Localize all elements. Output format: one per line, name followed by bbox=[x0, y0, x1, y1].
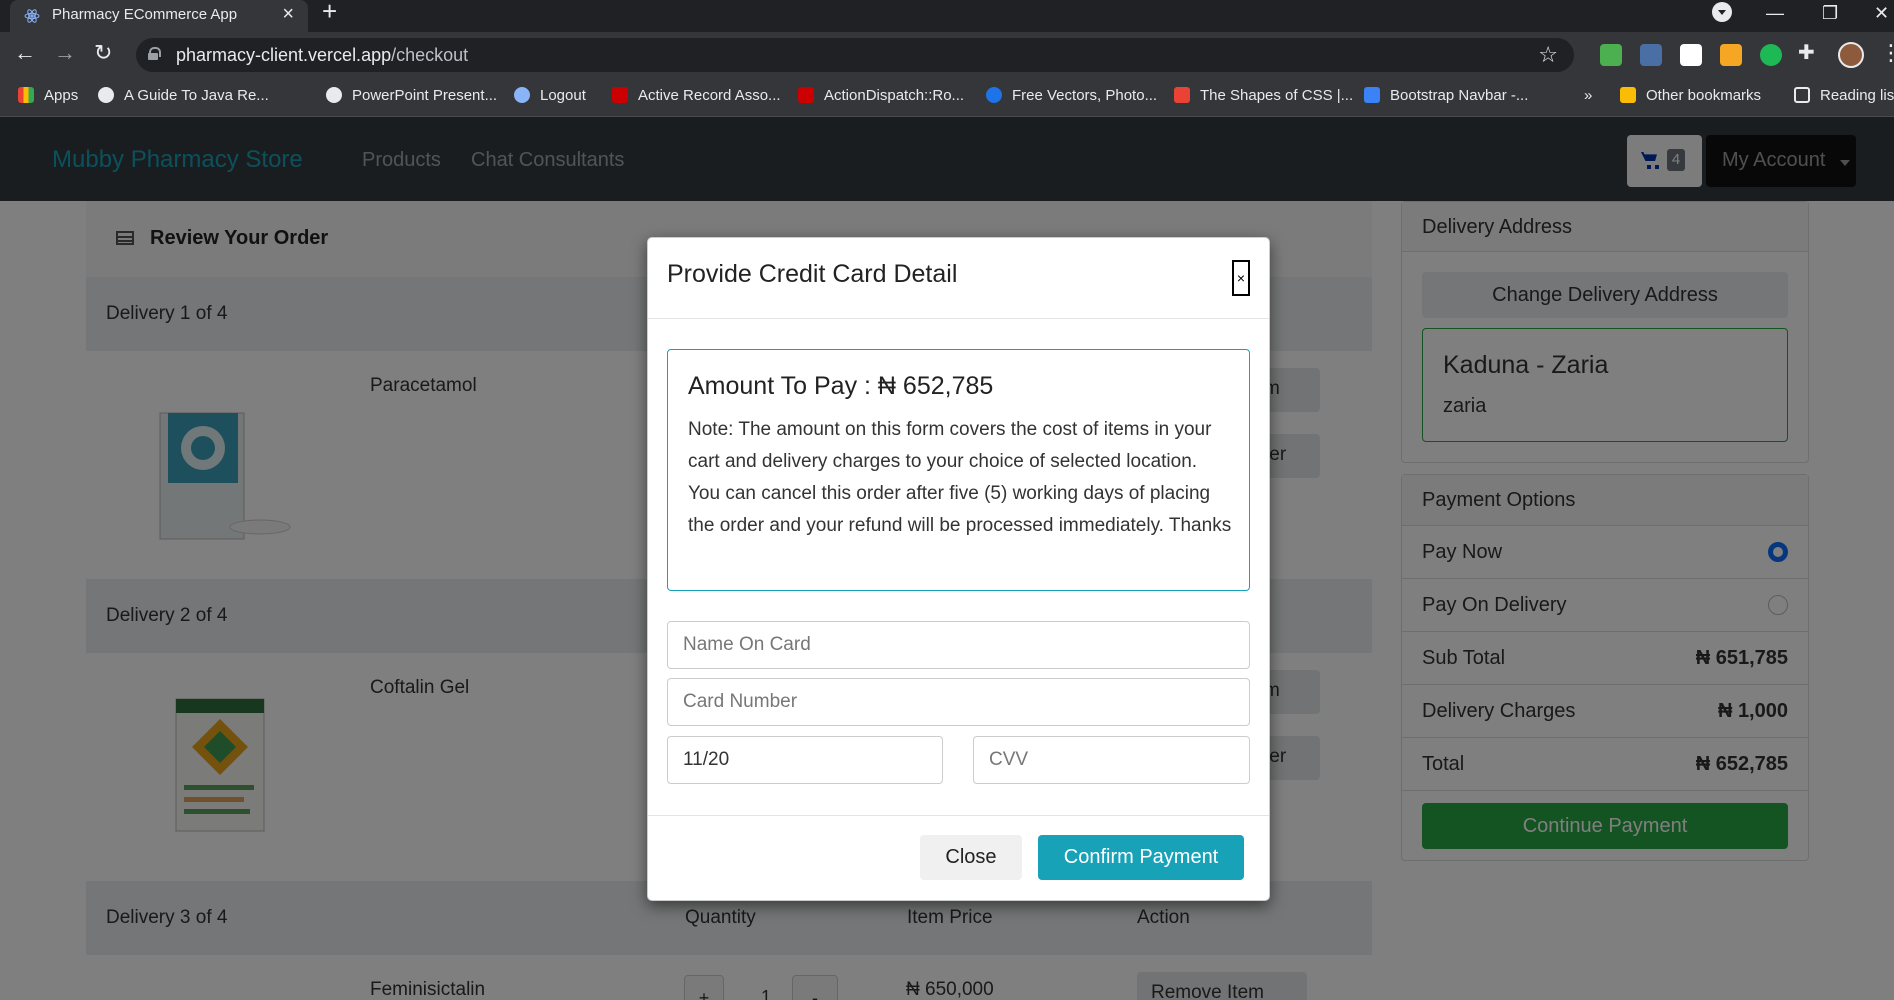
react-icon bbox=[514, 87, 530, 103]
close-icon[interactable]: × bbox=[1232, 260, 1250, 296]
menu-icon[interactable]: ⋮ bbox=[1880, 40, 1894, 66]
extension-icon[interactable] bbox=[1600, 44, 1622, 66]
name-on-card-input[interactable] bbox=[667, 621, 1250, 669]
address-bar[interactable]: pharmacy-client.vercel.app/checkout ☆ bbox=[136, 38, 1574, 72]
puzzle-icon[interactable]: ✚ bbox=[1798, 40, 1815, 65]
folder-icon bbox=[1620, 87, 1636, 103]
modal-header: Provide Credit Card Detail × bbox=[648, 238, 1269, 319]
mdb-icon bbox=[1364, 87, 1380, 103]
reading-list[interactable]: Reading list bbox=[1794, 87, 1894, 104]
bookmark-item[interactable]: Free Vectors, Photo... bbox=[986, 87, 1157, 104]
window-close-icon[interactable]: ✕ bbox=[1874, 3, 1889, 24]
tab-search-icon[interactable] bbox=[1712, 2, 1732, 22]
bookmark-item[interactable]: Active Record Asso... bbox=[612, 87, 781, 104]
extension-icon[interactable] bbox=[1720, 44, 1742, 66]
credit-card-modal: Provide Credit Card Detail × Amount To P… bbox=[647, 237, 1270, 901]
bookmark-folder[interactable]: Other bookmarks bbox=[1620, 87, 1761, 104]
cvv-input[interactable] bbox=[973, 736, 1250, 784]
close-button[interactable]: Close bbox=[920, 835, 1022, 880]
bookmark-item[interactable]: ActionDispatch::Ro... bbox=[798, 87, 964, 104]
asterisk-icon bbox=[1174, 87, 1190, 103]
reload-icon[interactable]: ↻ bbox=[94, 40, 112, 66]
new-tab-button[interactable]: + bbox=[322, 0, 337, 24]
tab-close-icon[interactable]: × bbox=[282, 3, 294, 26]
globe-icon bbox=[98, 87, 114, 103]
confirm-payment-button[interactable]: Confirm Payment bbox=[1038, 835, 1244, 880]
amount-to-pay: Amount To Pay : ₦ 652,785 bbox=[688, 372, 994, 400]
bookmark-item[interactable]: PowerPoint Present... bbox=[326, 87, 497, 104]
bookmark-item[interactable]: The Shapes of CSS |... bbox=[1174, 87, 1353, 104]
bookmark-item[interactable]: Logout bbox=[514, 87, 586, 104]
bookmark-item[interactable]: A Guide To Java Re... bbox=[98, 87, 269, 104]
amount-info-box: Amount To Pay : ₦ 652,785 Note: The amou… bbox=[667, 349, 1250, 591]
extension-icon[interactable] bbox=[1760, 44, 1782, 66]
browser-tab[interactable]: Pharmacy ECommerce App × bbox=[10, 0, 308, 32]
browser-toolbar: ← → ↻ pharmacy-client.vercel.app/checkou… bbox=[0, 32, 1894, 77]
minimize-icon[interactable]: — bbox=[1766, 3, 1784, 24]
rails-icon bbox=[612, 87, 628, 103]
bookmarks-bar: Apps A Guide To Java Re... PowerPoint Pr… bbox=[0, 77, 1894, 117]
url-text: pharmacy-client.vercel.app/checkout bbox=[176, 45, 469, 65]
ruby-icon bbox=[798, 87, 814, 103]
freepik-icon bbox=[986, 87, 1002, 103]
bookmarks-overflow[interactable]: » bbox=[1584, 87, 1592, 104]
react-icon bbox=[24, 9, 40, 23]
modal-footer-divider bbox=[648, 815, 1269, 816]
pocket-icon[interactable] bbox=[1680, 44, 1702, 66]
lock-icon bbox=[148, 47, 161, 60]
tab-title: Pharmacy ECommerce App bbox=[52, 6, 238, 23]
bookmark-star-icon[interactable]: ☆ bbox=[1538, 42, 1558, 68]
forward-icon[interactable]: → bbox=[54, 40, 76, 66]
react-devtools-icon[interactable] bbox=[1640, 44, 1662, 66]
payment-note: Note: The amount on this form covers the… bbox=[688, 419, 1232, 536]
card-number-input[interactable] bbox=[667, 678, 1250, 726]
browser-tab-bar: Pharmacy ECommerce App × + — ❐ ✕ bbox=[0, 0, 1894, 32]
reading-list-icon bbox=[1794, 87, 1810, 103]
modal-title: Provide Credit Card Detail bbox=[667, 260, 958, 288]
back-icon[interactable]: ← bbox=[14, 40, 36, 66]
apps-grid-icon bbox=[18, 87, 34, 103]
expiry-input[interactable] bbox=[667, 736, 943, 784]
bookmark-item[interactable]: Bootstrap Navbar -... bbox=[1364, 87, 1528, 104]
bookmark-apps[interactable]: Apps bbox=[18, 87, 78, 104]
globe-icon bbox=[326, 87, 342, 103]
avatar[interactable] bbox=[1838, 42, 1864, 68]
restore-icon[interactable]: ❐ bbox=[1822, 3, 1838, 24]
